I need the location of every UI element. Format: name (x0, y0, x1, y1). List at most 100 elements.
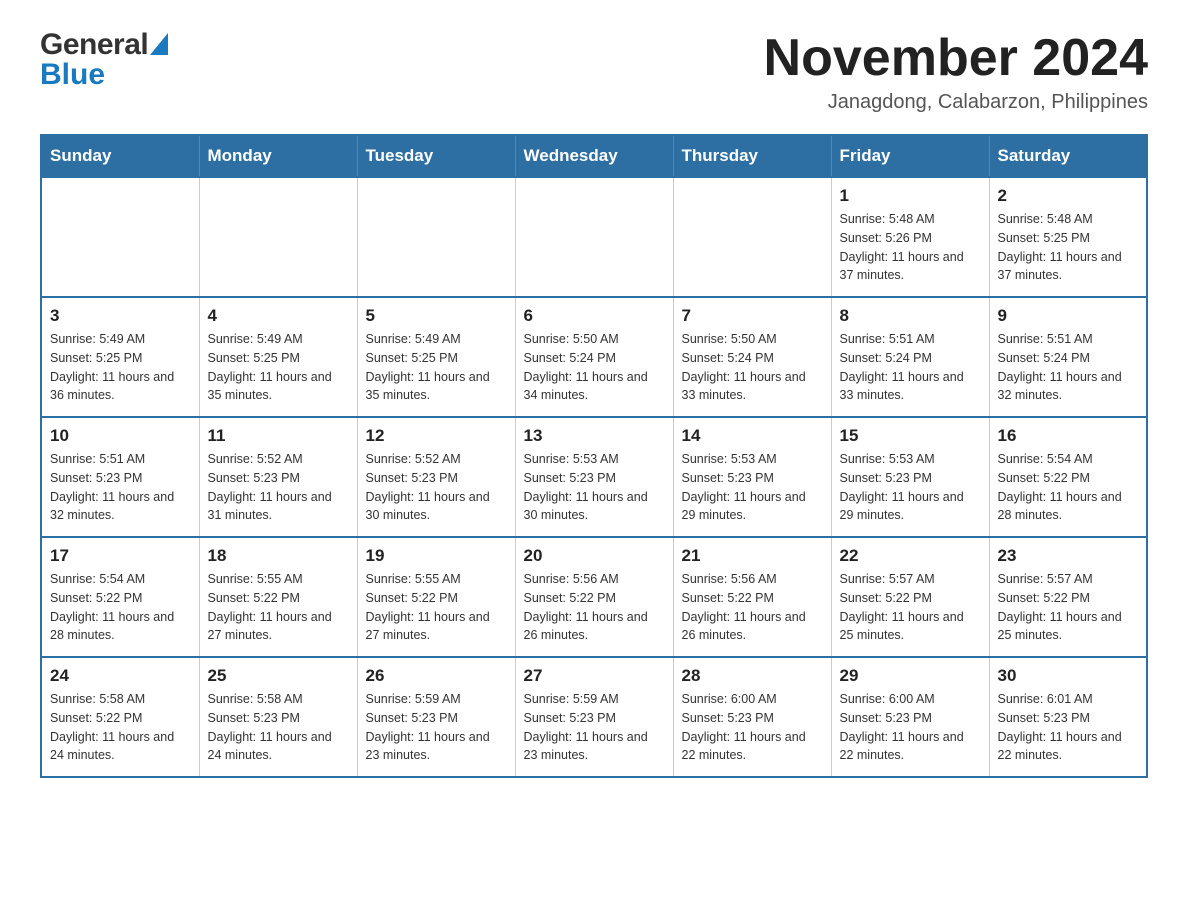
day-info: Sunrise: 5:56 AM Sunset: 5:22 PM Dayligh… (682, 570, 823, 645)
calendar-cell: 15Sunrise: 5:53 AM Sunset: 5:23 PM Dayli… (831, 417, 989, 537)
day-info: Sunrise: 5:56 AM Sunset: 5:22 PM Dayligh… (524, 570, 665, 645)
calendar-cell: 7 Sunrise: 5:50 AM Sunset: 5:24 PM Daylig… (673, 297, 831, 417)
calendar-cell (199, 177, 357, 297)
calendar-cell: 8 Sunrise: 5:51 AM Sunset: 5:24 PM Daylig… (831, 297, 989, 417)
calendar-row: 10 Sunrise: 5:51 AM Sunset: 5:23 PM Dayli… (41, 417, 1147, 537)
calendar-cell: 17 Sunrise: 5:54 AM Sunset: 5:22 PM Dayli… (41, 537, 199, 657)
day-info: Sunrise: 5:49 AM Sunset: 5:25 PM Dayligh… (50, 330, 191, 405)
logo: General Blue (40, 30, 168, 90)
calendar-cell: 14 Sunrise: 5:53 AM Sunset: 5:23 PM Dayli… (673, 417, 831, 537)
day-number: 23 (998, 546, 1139, 566)
day-number: 29 (840, 666, 981, 686)
day-info: Sunrise: 5:55 AM Sunset: 5:22 PM Dayligh… (208, 570, 349, 645)
day-number: 30 (998, 666, 1139, 686)
day-info: Sunrise: 5:52 AM Sunset: 5:23 PM Dayligh… (208, 450, 349, 525)
day-info: Sunrise: 5:54 AM Sunset: 5:22 PM Dayligh… (50, 570, 191, 645)
day-info: Sunrise: 5:52 AM Sunset: 5:23 PM Dayligh… (366, 450, 507, 525)
calendar-row: 17 Sunrise: 5:54 AM Sunset: 5:22 PM Dayli… (41, 537, 1147, 657)
calendar-header: Sunday Monday Tuesday Wednesday Thursday… (41, 135, 1147, 177)
day-number: 9 (998, 306, 1139, 326)
day-info: Sunrise: 5:53 AM Sunset: 5:23 PM Dayligh… (682, 450, 823, 525)
calendar-cell: 27Sunrise: 5:59 AM Sunset: 5:23 PM Dayli… (515, 657, 673, 777)
calendar-cell: 21 Sunrise: 5:56 AM Sunset: 5:22 PM Dayli… (673, 537, 831, 657)
day-number: 1 (840, 186, 981, 206)
calendar-cell (673, 177, 831, 297)
day-number: 19 (366, 546, 507, 566)
calendar-cell: 4 Sunrise: 5:49 AM Sunset: 5:25 PM Daylig… (199, 297, 357, 417)
day-info: Sunrise: 5:53 AM Sunset: 5:23 PM Dayligh… (840, 450, 981, 525)
day-number: 14 (682, 426, 823, 446)
day-number: 6 (524, 306, 665, 326)
day-info: Sunrise: 6:01 AM Sunset: 5:23 PM Dayligh… (998, 690, 1139, 765)
col-thursday: Thursday (673, 135, 831, 177)
day-info: Sunrise: 5:59 AM Sunset: 5:23 PM Dayligh… (366, 690, 507, 765)
calendar-cell: 11Sunrise: 5:52 AM Sunset: 5:23 PM Dayli… (199, 417, 357, 537)
calendar-cell: 22 Sunrise: 5:57 AM Sunset: 5:22 PM Dayli… (831, 537, 989, 657)
day-number: 4 (208, 306, 349, 326)
day-info: Sunrise: 5:57 AM Sunset: 5:22 PM Dayligh… (840, 570, 981, 645)
day-number: 7 (682, 306, 823, 326)
day-number: 8 (840, 306, 981, 326)
calendar-cell: 25Sunrise: 5:58 AM Sunset: 5:23 PM Dayli… (199, 657, 357, 777)
day-number: 20 (524, 546, 665, 566)
day-number: 10 (50, 426, 191, 446)
day-number: 21 (682, 546, 823, 566)
calendar-cell: 30 Sunrise: 6:01 AM Sunset: 5:23 PM Dayli… (989, 657, 1147, 777)
day-info: Sunrise: 5:51 AM Sunset: 5:23 PM Dayligh… (50, 450, 191, 525)
day-info: Sunrise: 5:51 AM Sunset: 5:24 PM Dayligh… (840, 330, 981, 405)
day-number: 25 (208, 666, 349, 686)
col-monday: Monday (199, 135, 357, 177)
calendar-row: 24Sunrise: 5:58 AM Sunset: 5:22 PM Dayli… (41, 657, 1147, 777)
header-row: Sunday Monday Tuesday Wednesday Thursday… (41, 135, 1147, 177)
day-info: Sunrise: 5:53 AM Sunset: 5:23 PM Dayligh… (524, 450, 665, 525)
day-info: Sunrise: 6:00 AM Sunset: 5:23 PM Dayligh… (840, 690, 981, 765)
calendar-cell: 26Sunrise: 5:59 AM Sunset: 5:23 PM Dayli… (357, 657, 515, 777)
day-info: Sunrise: 5:50 AM Sunset: 5:24 PM Dayligh… (682, 330, 823, 405)
col-tuesday: Tuesday (357, 135, 515, 177)
logo-blue-text: Blue (40, 60, 105, 90)
day-info: Sunrise: 5:51 AM Sunset: 5:24 PM Dayligh… (998, 330, 1139, 405)
day-info: Sunrise: 5:49 AM Sunset: 5:25 PM Dayligh… (208, 330, 349, 405)
calendar-cell: 9 Sunrise: 5:51 AM Sunset: 5:24 PM Daylig… (989, 297, 1147, 417)
calendar-cell: 18 Sunrise: 5:55 AM Sunset: 5:22 PM Dayli… (199, 537, 357, 657)
calendar-cell: 1 Sunrise: 5:48 AM Sunset: 5:26 PM Daylig… (831, 177, 989, 297)
day-info: Sunrise: 6:00 AM Sunset: 5:23 PM Dayligh… (682, 690, 823, 765)
page-header: General Blue November 2024 Janagdong, Ca… (40, 30, 1148, 114)
col-sunday: Sunday (41, 135, 199, 177)
calendar-body: 1 Sunrise: 5:48 AM Sunset: 5:26 PM Daylig… (41, 177, 1147, 777)
calendar-cell: 23Sunrise: 5:57 AM Sunset: 5:22 PM Dayli… (989, 537, 1147, 657)
day-number: 22 (840, 546, 981, 566)
calendar-cell: 5Sunrise: 5:49 AM Sunset: 5:25 PM Daylig… (357, 297, 515, 417)
day-number: 5 (366, 306, 507, 326)
day-number: 13 (524, 426, 665, 446)
calendar-row: 3Sunrise: 5:49 AM Sunset: 5:25 PM Daylig… (41, 297, 1147, 417)
day-number: 18 (208, 546, 349, 566)
calendar-cell: 12 Sunrise: 5:52 AM Sunset: 5:23 PM Dayli… (357, 417, 515, 537)
day-info: Sunrise: 5:55 AM Sunset: 5:22 PM Dayligh… (366, 570, 507, 645)
calendar-cell: 3Sunrise: 5:49 AM Sunset: 5:25 PM Daylig… (41, 297, 199, 417)
calendar-cell: 6 Sunrise: 5:50 AM Sunset: 5:24 PM Daylig… (515, 297, 673, 417)
calendar-cell: 13 Sunrise: 5:53 AM Sunset: 5:23 PM Dayli… (515, 417, 673, 537)
calendar-cell: 10 Sunrise: 5:51 AM Sunset: 5:23 PM Dayli… (41, 417, 199, 537)
calendar-cell: 2Sunrise: 5:48 AM Sunset: 5:25 PM Daylig… (989, 177, 1147, 297)
day-info: Sunrise: 5:59 AM Sunset: 5:23 PM Dayligh… (524, 690, 665, 765)
day-number: 24 (50, 666, 191, 686)
page-title: November 2024 (764, 30, 1148, 87)
col-friday: Friday (831, 135, 989, 177)
day-info: Sunrise: 5:54 AM Sunset: 5:22 PM Dayligh… (998, 450, 1139, 525)
calendar-table: Sunday Monday Tuesday Wednesday Thursday… (40, 134, 1148, 778)
day-number: 2 (998, 186, 1139, 206)
calendar-cell (41, 177, 199, 297)
day-number: 17 (50, 546, 191, 566)
title-block: November 2024 Janagdong, Calabarzon, Phi… (764, 30, 1148, 114)
day-info: Sunrise: 5:50 AM Sunset: 5:24 PM Dayligh… (524, 330, 665, 405)
day-info: Sunrise: 5:48 AM Sunset: 5:26 PM Dayligh… (840, 210, 981, 285)
page-subtitle: Janagdong, Calabarzon, Philippines (764, 91, 1148, 114)
day-number: 16 (998, 426, 1139, 446)
calendar-cell: 28 Sunrise: 6:00 AM Sunset: 5:23 PM Dayli… (673, 657, 831, 777)
day-number: 28 (682, 666, 823, 686)
day-number: 12 (366, 426, 507, 446)
calendar-cell (515, 177, 673, 297)
col-wednesday: Wednesday (515, 135, 673, 177)
calendar-cell: 19 Sunrise: 5:55 AM Sunset: 5:22 PM Dayli… (357, 537, 515, 657)
